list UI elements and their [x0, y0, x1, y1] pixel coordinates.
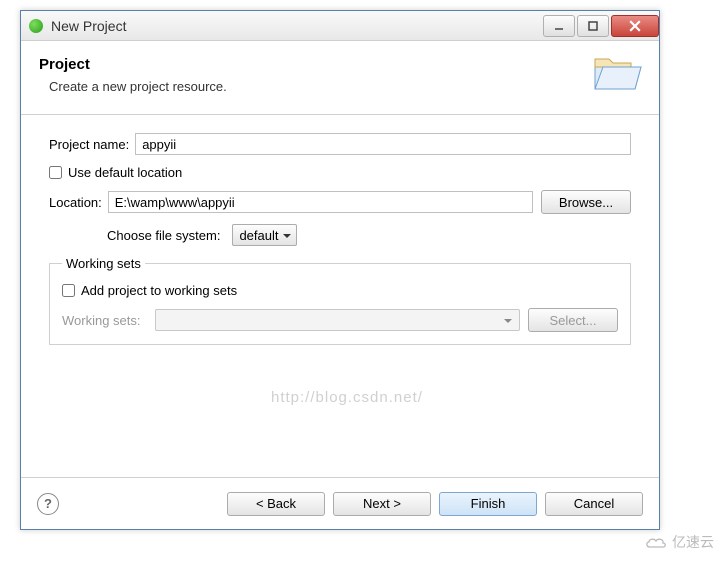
project-name-row: Project name: [49, 133, 631, 155]
filesystem-select[interactable]: default [232, 224, 297, 246]
folder-icon [591, 53, 643, 96]
project-name-input[interactable] [135, 133, 631, 155]
dialog-footer: ? < Back Next > Finish Cancel [21, 477, 659, 529]
browse-button[interactable]: Browse... [541, 190, 631, 214]
brand-watermark: 亿速云 [644, 532, 714, 552]
use-default-location-checkbox[interactable] [49, 166, 62, 179]
choose-filesystem-label: Choose file system: [107, 228, 220, 243]
header-text: Project Create a new project resource. [39, 56, 227, 94]
use-default-location-label[interactable]: Use default location [68, 165, 182, 180]
cancel-button[interactable]: Cancel [545, 492, 643, 516]
working-sets-select-label: Working sets: [62, 313, 141, 328]
filesystem-row: Choose file system: default [107, 224, 631, 246]
working-sets-select-button: Select... [528, 308, 618, 332]
working-sets-legend: Working sets [62, 256, 145, 271]
window-title: New Project [51, 18, 126, 34]
dialog-content: Project name: Use default location Locat… [21, 115, 659, 477]
titlebar[interactable]: New Project [21, 11, 659, 41]
project-name-label: Project name: [49, 137, 129, 152]
add-working-sets-label[interactable]: Add project to working sets [81, 283, 237, 298]
cloud-icon [644, 534, 668, 550]
dialog-header: Project Create a new project resource. [21, 41, 659, 115]
working-sets-select-row: Working sets: Select... [62, 308, 618, 332]
close-button[interactable] [611, 15, 659, 37]
location-input[interactable] [108, 191, 533, 213]
back-button[interactable]: < Back [227, 492, 325, 516]
filesystem-value: default [239, 228, 278, 243]
page-subtitle: Create a new project resource. [49, 79, 227, 94]
window-controls [541, 15, 659, 37]
finish-button[interactable]: Finish [439, 492, 537, 516]
working-sets-select [155, 309, 520, 331]
watermark-text: http://blog.csdn.net/ [271, 389, 423, 406]
page-title: Project [39, 56, 227, 73]
next-button[interactable]: Next > [333, 492, 431, 516]
help-icon[interactable]: ? [37, 493, 59, 515]
add-working-sets-checkbox[interactable] [62, 284, 75, 297]
maximize-button[interactable] [577, 15, 609, 37]
minimize-button[interactable] [543, 15, 575, 37]
add-working-sets-row: Add project to working sets [62, 283, 618, 298]
use-default-location-row: Use default location [49, 165, 631, 180]
location-label: Location: [49, 195, 102, 210]
app-icon [29, 19, 43, 33]
dialog-window: New Project Project Create a new project… [20, 10, 660, 530]
working-sets-fieldset: Working sets Add project to working sets… [49, 256, 631, 345]
brand-text: 亿速云 [672, 532, 714, 552]
location-row: Location: Browse... [49, 190, 631, 214]
